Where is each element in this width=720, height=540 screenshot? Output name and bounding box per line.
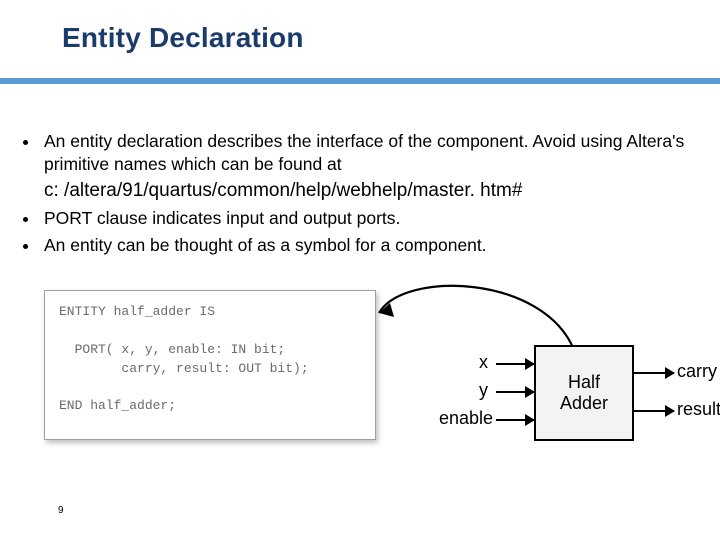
- wire-result: [634, 410, 674, 412]
- label-x: x: [479, 352, 488, 373]
- label-result: result: [677, 399, 720, 420]
- title-divider: [0, 78, 720, 84]
- figure-area: ENTITY half_adder IS PORT( x, y, enable:…: [44, 290, 694, 470]
- label-y: y: [479, 380, 488, 401]
- bullet-1: An entity declaration describes the inte…: [40, 130, 690, 203]
- bullet-1-text: An entity declaration describes the inte…: [44, 131, 684, 174]
- wire-enable: [496, 419, 534, 421]
- wire-y: [496, 391, 534, 393]
- page-number: 9: [58, 505, 64, 516]
- wire-carry: [634, 372, 674, 374]
- bullet-3: An entity can be thought of as a symbol …: [40, 234, 690, 257]
- bullet-2: PORT clause indicates input and output p…: [40, 207, 690, 230]
- vhdl-code: ENTITY half_adder IS PORT( x, y, enable:…: [59, 303, 361, 416]
- half-adder-block: Half Adder: [534, 345, 634, 441]
- label-carry: carry: [677, 361, 717, 382]
- block-name-l2: Adder: [560, 393, 608, 413]
- bullet-1-path: c: /altera/91/quartus/common/help/webhel…: [44, 178, 690, 203]
- page-title: Entity Declaration: [62, 22, 304, 54]
- block-name-l1: Half: [568, 372, 600, 392]
- vhdl-code-box: ENTITY half_adder IS PORT( x, y, enable:…: [44, 290, 376, 440]
- code-l4: carry, result: OUT bit);: [59, 361, 309, 376]
- label-enable: enable: [439, 408, 493, 429]
- code-l6: END half_adder;: [59, 398, 176, 413]
- bullet-list: An entity declaration describes the inte…: [22, 130, 690, 261]
- wire-x: [496, 363, 534, 365]
- slide: Entity Declaration An entity declaration…: [0, 0, 720, 540]
- code-l3: PORT( x, y, enable: IN bit;: [59, 342, 285, 357]
- code-l1: ENTITY half_adder IS: [59, 304, 215, 319]
